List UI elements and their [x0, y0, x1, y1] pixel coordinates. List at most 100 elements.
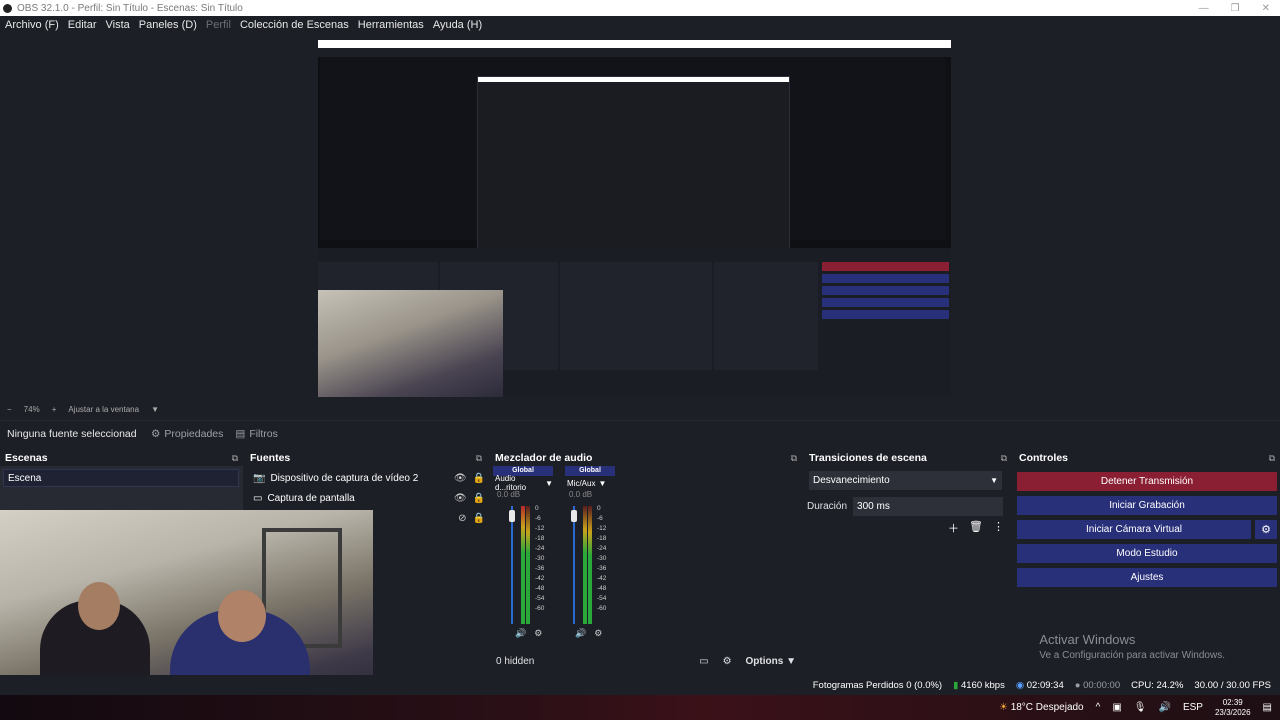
settings-button[interactable]: Ajustes	[1017, 568, 1277, 587]
window-title: OBS 32.1.0 - Perfil: Sin Título - Escena…	[17, 2, 243, 14]
level-meter	[521, 506, 525, 624]
zoom-out-button[interactable]: −	[7, 405, 12, 414]
close-button[interactable]: ✕	[1262, 3, 1270, 14]
duration-input[interactable]: 300 ms	[853, 496, 1004, 516]
eye-icon[interactable]: 👁	[454, 493, 467, 504]
start-virtual-camera-button[interactable]: Iniciar Cámara Virtual	[1017, 520, 1251, 539]
menu-bar: Archivo (F) Editar Vista Paneles (D) Per…	[0, 16, 1280, 33]
zoom-in-button[interactable]: +	[52, 405, 57, 414]
speaker-icon[interactable]: 🔊	[575, 628, 586, 639]
advanced-audio-icon[interactable]: ⚙	[723, 656, 732, 667]
clock-time: 02:39	[1222, 697, 1243, 707]
stop-streaming-button[interactable]: Detener Transmisión	[1017, 472, 1277, 491]
eye-hidden-icon[interactable]: ⊘	[458, 513, 466, 524]
level-meter	[588, 506, 592, 624]
volume-icon[interactable]: 🔊	[1158, 702, 1170, 713]
menu-editar[interactable]: Editar	[68, 19, 97, 31]
layout-icon[interactable]: ▭	[699, 656, 708, 667]
notifications-icon[interactable]: ▤	[1263, 702, 1272, 713]
undock-icon[interactable]: ⧉	[791, 453, 797, 464]
menu-vista[interactable]: Vista	[106, 19, 130, 31]
virtual-camera-settings-icon[interactable]: ⚙	[1255, 520, 1277, 539]
menu-perfil[interactable]: Perfil	[206, 19, 231, 31]
maximize-button[interactable]: ❐	[1231, 3, 1240, 14]
strip-db: 0.0 dB	[569, 490, 593, 499]
source-item[interactable]: 📷 Dispositivo de captura de vídeo 2 👁 🔒	[250, 468, 485, 488]
undock-icon[interactable]: ⧉	[1001, 453, 1007, 464]
menu-archivo[interactable]: Archivo (F)	[5, 19, 59, 31]
lock-icon[interactable]: 🔒	[473, 493, 485, 504]
undock-icon[interactable]: ⧉	[1269, 453, 1275, 464]
delete-transition-icon[interactable]: 🗑	[969, 520, 983, 536]
watermark-title: Activar Windows	[1039, 632, 1136, 647]
nested-preview	[320, 57, 945, 256]
level-meter	[526, 506, 530, 624]
chevron-down-icon[interactable]: ▼	[151, 405, 159, 414]
obs-logo-icon	[3, 3, 12, 13]
studio-mode-button[interactable]: Modo Estudio	[1017, 544, 1277, 563]
weather-widget[interactable]: ☀ 18°C Despejado	[999, 702, 1084, 713]
more-options-icon[interactable]: ⋮	[993, 520, 1004, 536]
tray-chevron-icon[interactable]: ^	[1096, 702, 1101, 713]
fader-handle[interactable]	[571, 510, 577, 522]
volume-fader[interactable]	[511, 506, 513, 624]
filter-icon: ▤	[235, 427, 246, 440]
chevron-down-icon: ▼	[598, 478, 607, 488]
sources-title: Fuentes	[250, 452, 291, 464]
minimize-button[interactable]: —	[1199, 3, 1209, 14]
menu-coleccion-escenas[interactable]: Colección de Escenas	[240, 19, 349, 31]
clock-date: 23/3/2026	[1214, 707, 1251, 717]
scenes-title: Escenas	[5, 452, 48, 464]
start-recording-button[interactable]: Iniciar Grabación	[1017, 496, 1277, 515]
menu-herramientas[interactable]: Herramientas	[358, 19, 424, 31]
program-preview[interactable]	[318, 40, 951, 397]
nested-settings-button	[822, 310, 949, 319]
strip-settings-icon[interactable]: ⚙	[534, 628, 542, 639]
taskbar-clock[interactable]: 02:39 23/3/2026	[1215, 698, 1251, 718]
duration-label: Duración	[807, 500, 848, 512]
source-item[interactable]: ▭ Captura de pantalla 👁 🔒	[250, 488, 485, 508]
nested-transitions-panel	[714, 262, 818, 370]
speaker-icon[interactable]: 🔊	[515, 628, 526, 639]
mixer-strip-desktop: Global Audio d...ritorio ▼ 0.0 dB 0 -6 -12…	[493, 466, 553, 642]
nested-window-titlebar	[318, 40, 951, 48]
add-transition-icon[interactable]: ＋	[948, 520, 959, 536]
undock-icon[interactable]: ⧉	[476, 453, 482, 464]
properties-button[interactable]: ⚙ Propiedades	[145, 424, 229, 444]
menu-paneles[interactable]: Paneles (D)	[139, 19, 197, 31]
nested-stop-button	[822, 262, 949, 271]
language-indicator[interactable]: ESP	[1183, 702, 1203, 713]
lock-icon[interactable]: 🔒	[473, 513, 485, 524]
record-icon: ●	[1074, 679, 1081, 691]
nested-camera-feed	[318, 290, 503, 397]
options-button[interactable]: Options ▼	[746, 656, 796, 667]
nested-mixer-panel	[560, 262, 712, 370]
strip-settings-icon[interactable]: ⚙	[594, 628, 602, 639]
source-label: Captura de pantalla	[267, 492, 355, 504]
window-titlebar: OBS 32.1.0 - Perfil: Sin Título - Escena…	[0, 0, 1280, 16]
transition-select[interactable]: Desvanecimiento ▼	[809, 471, 1002, 490]
transitions-title: Transiciones de escena	[809, 452, 927, 464]
transitions-body: Desvanecimiento ▼ Duración 300 ms ＋ 🗑 ⋮	[804, 466, 1012, 672]
eye-icon[interactable]: 👁	[454, 473, 467, 484]
network-icon[interactable]: ▣	[1112, 702, 1121, 713]
menu-ayuda[interactable]: Ayuda (H)	[433, 19, 482, 31]
preview-area[interactable]	[0, 33, 1280, 401]
nested-controls-panel	[820, 262, 951, 370]
strip-name[interactable]: Mic/Aux ▼	[565, 476, 615, 490]
audio-mixer-dock: Mezclador de audio ⧉ Global Audio d...ri…	[490, 450, 802, 672]
scene-item[interactable]: Escena	[3, 469, 239, 487]
bitrate-indicator: ▮ 4160 kbps	[953, 679, 1005, 691]
volume-fader[interactable]	[573, 506, 575, 624]
nested-record-button	[822, 274, 949, 283]
nested-menu-bar	[318, 48, 951, 57]
signal-icon: ▮	[953, 679, 959, 691]
properties-label: Propiedades	[164, 427, 224, 440]
filters-button[interactable]: ▤ Filtros	[229, 424, 284, 444]
mic-icon[interactable]: 🎙	[1134, 702, 1147, 713]
lock-icon[interactable]: 🔒	[473, 473, 485, 484]
strip-name[interactable]: Audio d...ritorio ▼	[493, 474, 553, 492]
undock-icon[interactable]: ⧉	[232, 453, 238, 464]
zoom-fit-select[interactable]: Ajustar a la ventana	[68, 405, 139, 414]
fader-handle[interactable]	[509, 510, 515, 522]
